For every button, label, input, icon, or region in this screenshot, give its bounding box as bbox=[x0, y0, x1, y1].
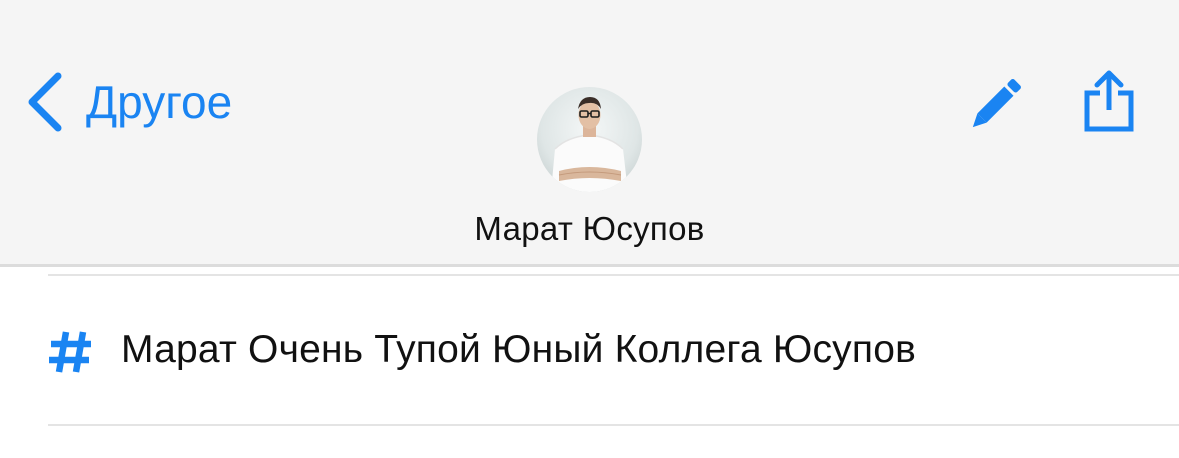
nav-divider bbox=[0, 264, 1179, 267]
hashtag-row-value: Марат Очень Тупой Юный Коллега Юсупов bbox=[121, 328, 916, 371]
share-button[interactable] bbox=[1082, 68, 1136, 134]
hashtag-row[interactable]: Марат Очень Тупой Юный Коллега Юсупов bbox=[0, 276, 1179, 424]
avatar-photo bbox=[537, 87, 642, 192]
navigation-bar: Другое Марат Юсупов bbox=[0, 0, 1179, 264]
pencil-icon bbox=[972, 79, 1021, 128]
back-button[interactable]: Другое bbox=[24, 66, 232, 138]
chevron-left-icon bbox=[28, 72, 62, 132]
edit-button[interactable] bbox=[968, 70, 1030, 132]
share-icon bbox=[1084, 70, 1134, 132]
contact-name: Марат Юсупов bbox=[474, 210, 705, 247]
back-button-label: Другое bbox=[86, 76, 233, 128]
hashtag-icon bbox=[49, 331, 91, 373]
row-separator bbox=[48, 424, 1179, 426]
avatar[interactable] bbox=[537, 87, 642, 192]
